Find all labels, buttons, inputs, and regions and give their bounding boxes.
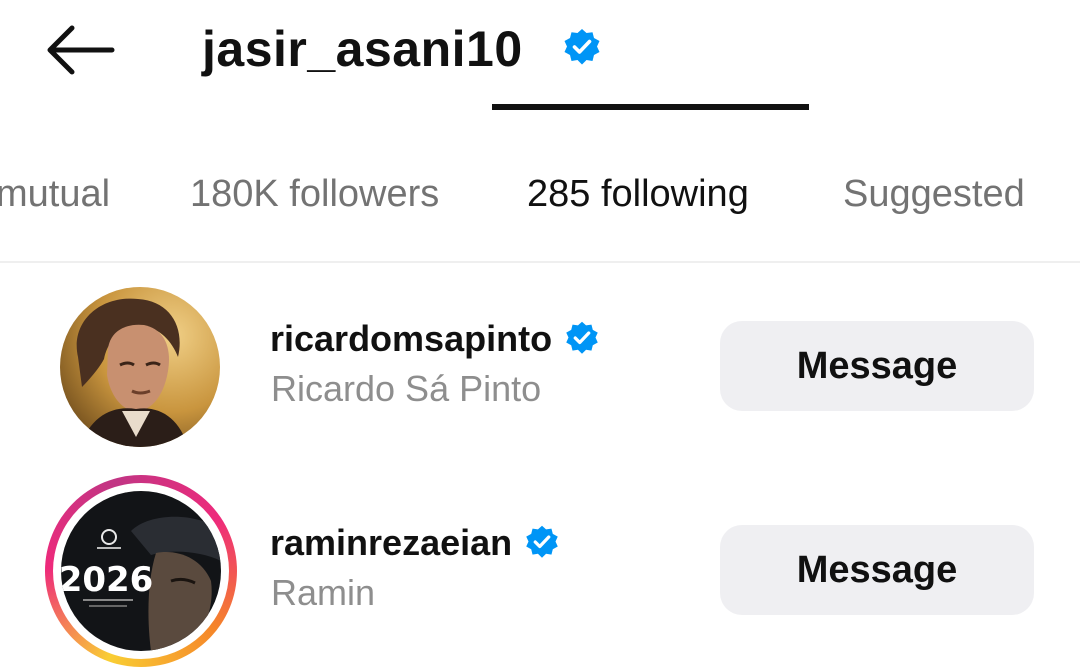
verified-badge-icon bbox=[526, 525, 558, 558]
avatar-photo: 2026 bbox=[61, 491, 221, 651]
list-item[interactable]: 2026 raminrezaeian Ramin Message bbox=[0, 475, 1080, 667]
story-ring[interactable]: 2026 bbox=[45, 475, 237, 667]
tab-suggested[interactable]: Suggested bbox=[843, 170, 1025, 218]
avatar-overlay-text: 2026 bbox=[61, 560, 153, 600]
tab-mutual[interactable]: mutual bbox=[0, 170, 110, 218]
back-button[interactable] bbox=[42, 22, 116, 78]
message-button[interactable]: Message bbox=[720, 525, 1034, 615]
tab-following[interactable]: 285 following bbox=[527, 170, 749, 218]
avatar: 2026 bbox=[61, 491, 221, 651]
verified-badge-icon bbox=[566, 321, 598, 354]
list-item-full-name: Ramin bbox=[271, 572, 376, 613]
username-text: raminrezaeian bbox=[270, 522, 513, 563]
tab-followers[interactable]: 180K followers bbox=[190, 170, 439, 218]
avatar[interactable] bbox=[60, 287, 220, 447]
top-bar: jasir_asani10 bbox=[0, 0, 1080, 110]
list-item-username[interactable]: ricardomsapinto bbox=[270, 317, 600, 361]
arrow-left-icon bbox=[47, 25, 115, 75]
avatar-photo bbox=[60, 287, 220, 447]
profile-username: jasir_asani10 bbox=[202, 21, 523, 77]
list-item-username[interactable]: raminrezaeian bbox=[270, 521, 560, 565]
follow-tabs: mutual 180K followers 285 following Sugg… bbox=[0, 150, 1080, 262]
tabs-divider bbox=[0, 261, 1080, 263]
active-tab-indicator bbox=[492, 104, 809, 110]
list-item-full-name: Ricardo Sá Pinto bbox=[271, 368, 542, 409]
list-item[interactable]: ricardomsapinto Ricardo Sá Pinto Message bbox=[0, 275, 1080, 455]
username-text: ricardomsapinto bbox=[270, 318, 553, 359]
verified-badge-icon bbox=[564, 29, 600, 65]
message-button[interactable]: Message bbox=[720, 321, 1034, 411]
